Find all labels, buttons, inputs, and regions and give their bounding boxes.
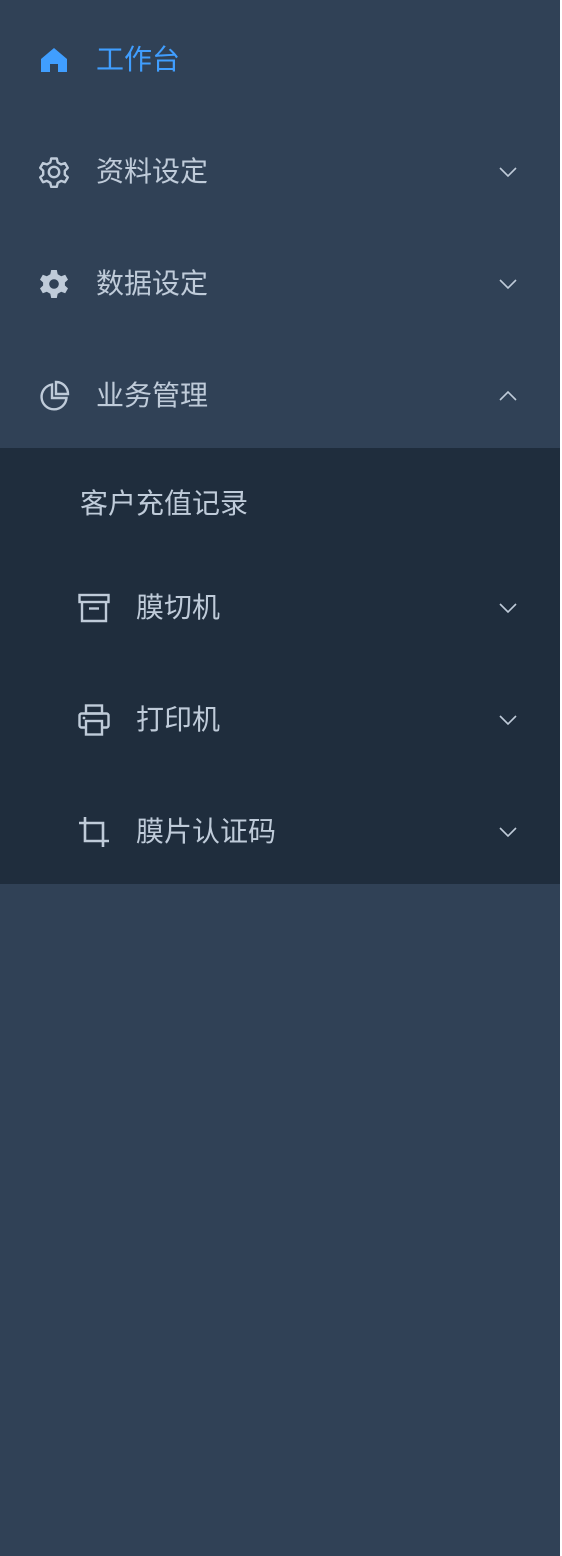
menu-item-label: 工作台 (96, 43, 181, 76)
gear-outline-icon (39, 157, 69, 188)
sidebar-menu: 工作台 资料设定 数据设定 业务管理 客户充值记录 膜切机 打印机 膜片认证码 (0, 0, 560, 1556)
printer-icon (78, 704, 110, 736)
box-icon (78, 593, 110, 623)
menu-item-label: 资料设定 (96, 155, 209, 188)
chevron-down-icon (499, 603, 517, 614)
menu-item-business-management[interactable]: 业务管理 (0, 340, 560, 452)
submenu-item-label: 客户充值记录 (80, 487, 249, 520)
submenu-item-recharge-records[interactable]: 客户充值记录 (0, 448, 560, 560)
chevron-down-icon (499, 167, 517, 178)
home-icon (41, 48, 67, 72)
menu-item-workbench[interactable]: 工作台 (0, 4, 560, 116)
menu-item-label: 业务管理 (96, 379, 209, 412)
menu-item-profile-settings[interactable]: 资料设定 (0, 116, 560, 228)
submenu-item-label: 膜片认证码 (136, 815, 277, 848)
submenu-item-film-auth-code[interactable]: 膜片认证码 (0, 776, 560, 888)
gear-solid-icon (40, 270, 68, 298)
menu-item-data-settings[interactable]: 数据设定 (0, 228, 560, 340)
submenu-item-film-cutter[interactable]: 膜切机 (0, 552, 560, 664)
chevron-down-icon (499, 827, 517, 838)
chevron-up-icon (499, 390, 517, 401)
submenu-item-label: 打印机 (136, 703, 221, 736)
chevron-down-icon (499, 715, 517, 726)
chevron-down-icon (499, 279, 517, 290)
submenu-item-label: 膜切机 (136, 591, 221, 624)
menu-item-label: 数据设定 (96, 267, 209, 300)
pie-chart-icon (40, 380, 70, 411)
submenu-item-printer[interactable]: 打印机 (0, 664, 560, 776)
crop-icon (79, 817, 109, 847)
business-submenu: 客户充值记录 膜切机 打印机 膜片认证码 (0, 448, 560, 884)
